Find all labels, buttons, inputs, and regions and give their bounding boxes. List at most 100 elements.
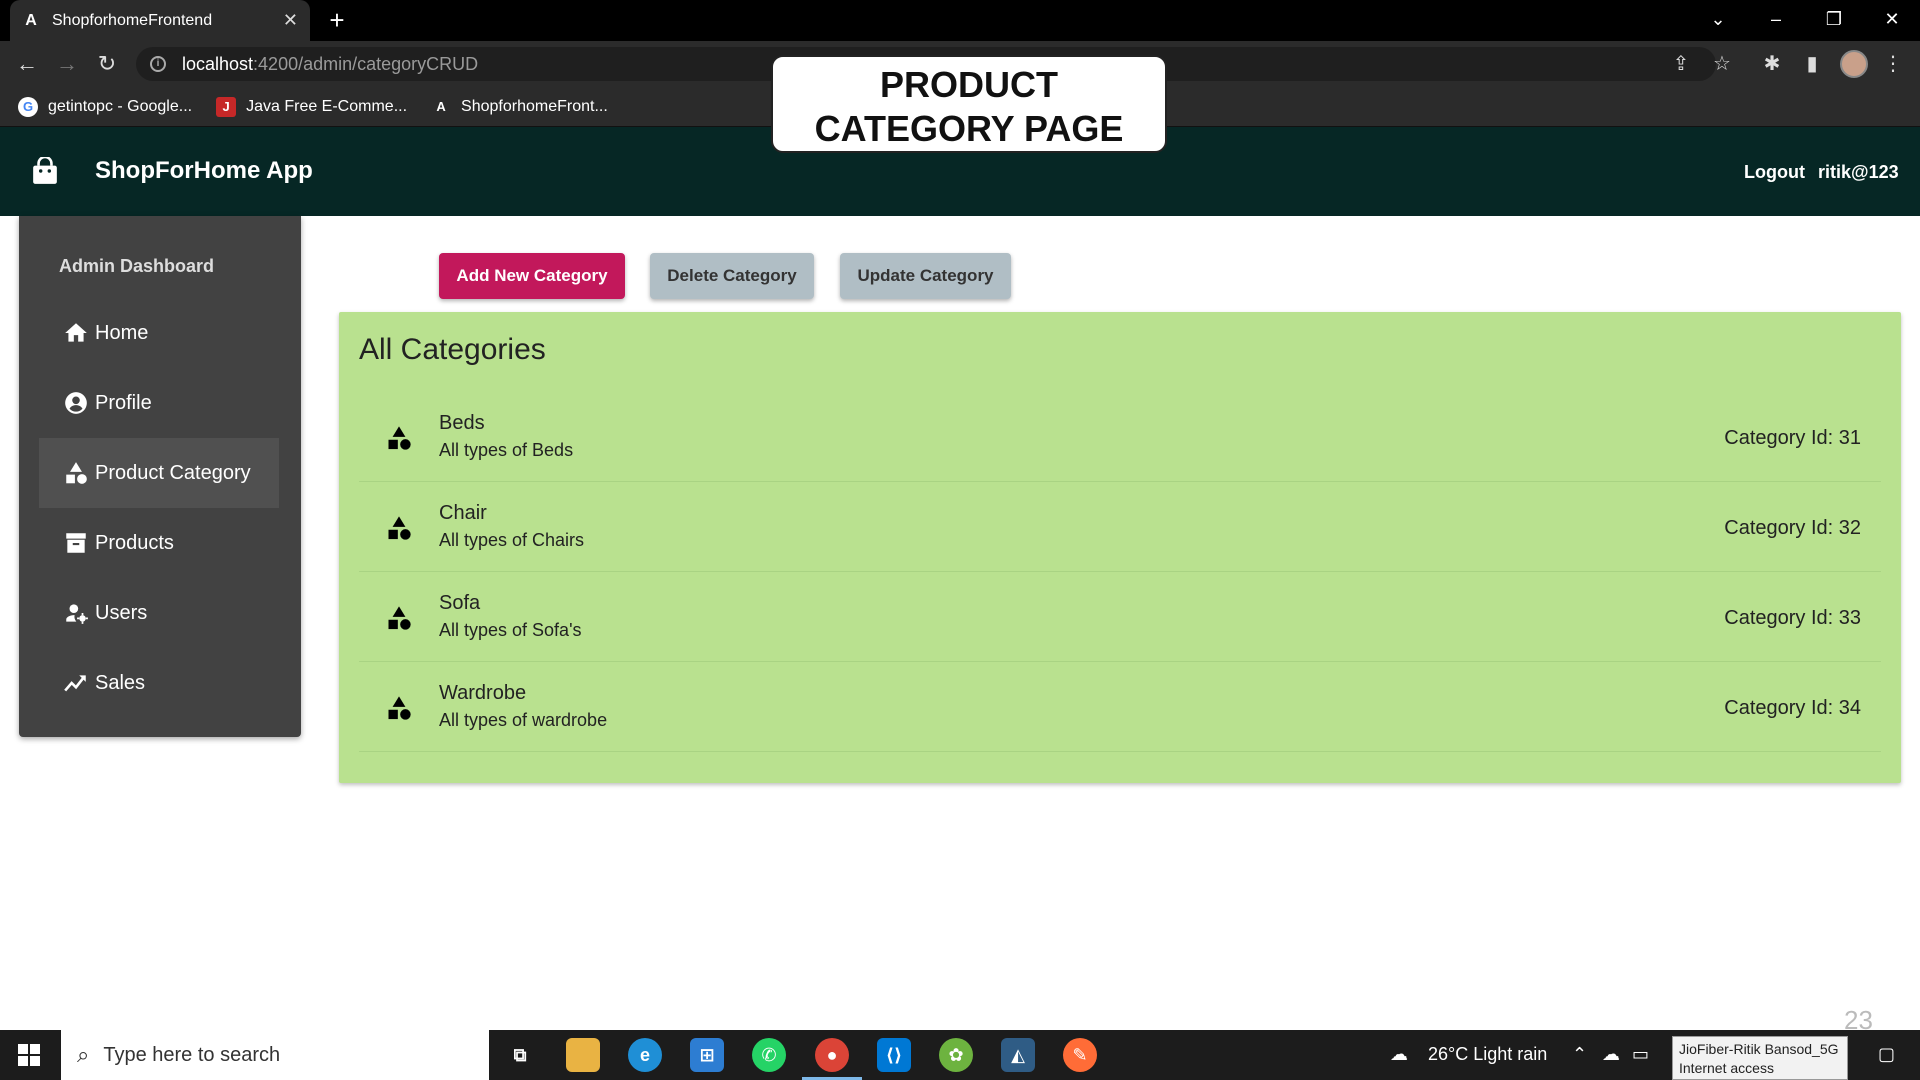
category-name: Chair [439, 502, 487, 524]
category-name: Sofa [439, 592, 481, 614]
minimize-icon[interactable]: – [1748, 0, 1804, 41]
category-row[interactable]: Beds All types of Beds Category Id: 31 [359, 392, 1881, 482]
mysql-workbench-icon[interactable]: ◭ [1001, 1038, 1035, 1072]
sidebar-item-label: Sales [95, 671, 146, 694]
category-name: Wardrobe [439, 682, 527, 704]
panel-title: All Categories [359, 333, 546, 366]
reload-icon[interactable]: ↻ [92, 49, 122, 79]
new-tab-button[interactable]: + [322, 6, 352, 36]
home-icon [65, 323, 87, 342]
close-window-icon[interactable]: ✕ [1864, 0, 1920, 41]
whatsapp-icon[interactable]: ✆ [752, 1038, 786, 1072]
back-icon[interactable]: ← [12, 49, 42, 79]
battery-icon[interactable]: ▭ [1632, 1044, 1649, 1065]
category-name: Beds [439, 412, 485, 434]
postman-icon[interactable]: ✎ [1063, 1038, 1097, 1072]
archive-icon [66, 533, 86, 553]
vscode-icon[interactable]: ⟨⟩ [877, 1038, 911, 1072]
onedrive-icon[interactable]: ☁ [1602, 1044, 1620, 1065]
forward-icon[interactable]: → [52, 49, 82, 79]
task-view-icon[interactable]: ⧉ [503, 1038, 537, 1072]
bookmark-item[interactable]: G getintopc - Google... [18, 96, 193, 117]
update-category-button[interactable]: Update Category [840, 253, 1011, 299]
logout-button[interactable]: Logout [1744, 162, 1805, 183]
tab-search-icon[interactable]: ⌄ [1690, 0, 1746, 41]
sidebar-item-users[interactable]: Users [39, 578, 279, 648]
tab-close-icon[interactable]: ✕ [283, 10, 298, 31]
category-id: Category Id: 31 [1724, 427, 1861, 449]
add-category-button[interactable]: Add New Category [439, 253, 625, 299]
delete-category-button[interactable]: Delete Category [650, 253, 814, 299]
page-caption: PRODUCT CATEGORY PAGE [771, 55, 1167, 153]
account-circle-icon [65, 392, 87, 414]
notifications-icon[interactable]: ▢ [1878, 1044, 1895, 1065]
sidebar-item-label: Users [95, 601, 148, 624]
wifi-status: Internet access [1679, 1060, 1774, 1076]
sidebar-item-profile[interactable]: Profile [39, 368, 279, 438]
google-icon: G [18, 96, 38, 117]
taskbar-search-box[interactable]: ⌕ Type here to search [61, 1030, 489, 1080]
site-info-icon[interactable]: i [150, 56, 166, 72]
chrome-icon[interactable]: ● [815, 1038, 849, 1072]
spring-tools-icon[interactable]: ✿ [939, 1038, 973, 1072]
caption-line-2: CATEGORY PAGE [814, 108, 1124, 149]
file-explorer-icon[interactable] [566, 1038, 600, 1072]
category-description: All types of wardrobe [439, 710, 608, 730]
profile-avatar[interactable] [1840, 50, 1868, 78]
weather-icon[interactable]: ☁ [1390, 1044, 1408, 1065]
category-row[interactable]: Chair All types of Chairs Category Id: 3… [359, 482, 1881, 572]
category-row[interactable]: Wardrobe All types of wardrobe Category … [359, 662, 1881, 752]
username: ritik@123 [1818, 162, 1899, 182]
angular-icon: A [25, 11, 37, 29]
shopping-bag-icon [33, 157, 57, 184]
edge-icon[interactable]: e [628, 1038, 662, 1072]
search-icon: ⌕ [77, 1042, 90, 1067]
category-icon [388, 606, 411, 630]
store-icon[interactable]: ⊞ [690, 1038, 724, 1072]
sidebar-item-products[interactable]: Products [39, 508, 279, 578]
category-id: Category Id: 34 [1724, 697, 1861, 719]
extensions-icon[interactable]: ✱ [1759, 51, 1785, 77]
category-icon [388, 426, 411, 450]
category-icon [388, 696, 411, 720]
bookmark-item[interactable]: J Java Free E-Comme... [216, 96, 408, 117]
bookmark-label: getintopc - Google... [48, 97, 193, 115]
url-path: :4200/admin/categoryCRUD [253, 53, 479, 74]
bookmark-item[interactable]: A ShopforhomeFront... [431, 97, 607, 117]
weather-text[interactable]: 26°C Light rain [1428, 1044, 1547, 1065]
sidebar-item-home[interactable]: Home [39, 298, 279, 368]
network-tooltip: JioFiber-Ritik Bansod_5G Internet access [1672, 1036, 1848, 1080]
category-description: All types of Sofa's [439, 620, 582, 640]
windows-taskbar: ⌕ Type here to search ⧉ e ⊞ ✆ ● ⟨⟩ ✿ ◭ ✎… [0, 1030, 1920, 1080]
bookmark-label: Java Free E-Comme... [246, 97, 408, 115]
angular-icon: A [436, 99, 446, 114]
caption-line-1: PRODUCT [880, 64, 1058, 105]
category-icon [388, 516, 411, 540]
search-placeholder: Type here to search [103, 1043, 281, 1066]
bookmark-star-icon[interactable]: ☆ [1709, 51, 1735, 77]
browser-tab-strip: A ShopforhomeFrontend ✕ + ⌄ – ❐ ✕ [0, 0, 1920, 41]
tray-overflow-icon[interactable]: ⌃ [1572, 1044, 1587, 1065]
tab-title: ShopforhomeFrontend [52, 11, 213, 29]
sidebar-item-product-category[interactable]: Product Category [39, 438, 279, 508]
category-row[interactable]: Sofa All types of Sofa's Category Id: 33 [359, 572, 1881, 662]
restore-icon[interactable]: ❐ [1806, 0, 1862, 41]
share-icon[interactable]: ⇪ [1668, 51, 1694, 77]
manage-accounts-icon [66, 604, 88, 624]
sidebar-item-label: Product Category [95, 461, 251, 484]
category-icon [66, 462, 87, 484]
windows-start-icon[interactable] [18, 1044, 40, 1066]
browser-tab[interactable]: A ShopforhomeFrontend ✕ [10, 0, 310, 41]
category-description: All types of Chairs [439, 530, 585, 550]
app-title: ShopForHome App [95, 157, 313, 184]
categories-panel: All Categories Beds All types of Beds Ca… [339, 312, 1901, 783]
sidebar-item-label: Products [95, 531, 174, 554]
java-site-icon: J [216, 96, 237, 117]
side-panel-icon[interactable]: ▮ [1799, 51, 1825, 77]
trending-up-icon [64, 675, 86, 692]
browser-menu-icon[interactable]: ⋮ [1880, 51, 1906, 77]
admin-sidebar: Admin Dashboard Home Profile Product Cat… [19, 216, 301, 737]
sidebar-item-sales[interactable]: Sales [39, 648, 279, 718]
url-host: localhost [182, 53, 254, 74]
wifi-name: JioFiber-Ritik Bansod_5G [1679, 1041, 1839, 1057]
